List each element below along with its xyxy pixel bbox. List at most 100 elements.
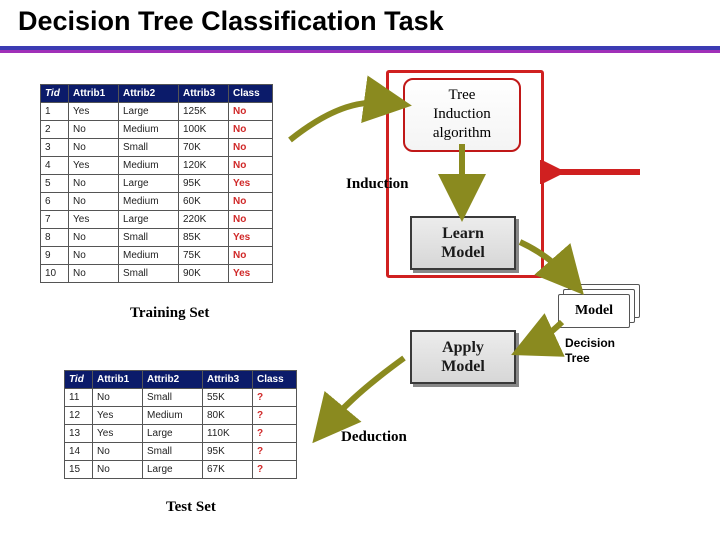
dt-line1: Decision (565, 336, 615, 351)
cell-tid: 13 (65, 425, 93, 443)
cell-a2: Small (119, 139, 179, 157)
table-row: 15NoLarge67K? (65, 461, 297, 479)
highlight-box (386, 70, 544, 278)
test-table: Tid Attrib1 Attrib2 Attrib3 Class 11NoSm… (64, 370, 297, 479)
cell-a3: 125K (179, 103, 229, 121)
cell-a3: 100K (179, 121, 229, 139)
col-attrib1: Attrib1 (93, 371, 143, 389)
table-row: 6NoMedium60KNo (41, 193, 273, 211)
table-row: 4YesMedium120KNo (41, 157, 273, 175)
cell-a2: Small (119, 229, 179, 247)
col-attrib1: Attrib1 (69, 85, 119, 103)
cell-a3: 90K (179, 265, 229, 283)
cell-a1: No (69, 193, 119, 211)
table-row: 8NoSmall85KYes (41, 229, 273, 247)
decision-tree-label: Decision Tree (565, 336, 615, 366)
cell-a1: No (69, 175, 119, 193)
cell-cls: No (229, 121, 273, 139)
cell-a1: No (93, 389, 143, 407)
cell-cls: ? (253, 461, 297, 479)
table-row: 5NoLarge95KYes (41, 175, 273, 193)
col-attrib2: Attrib2 (119, 85, 179, 103)
cell-a3: 80K (203, 407, 253, 425)
cell-cls: No (229, 193, 273, 211)
cell-a2: Medium (143, 407, 203, 425)
model-icon: Model (558, 284, 640, 328)
cell-a3: 110K (203, 425, 253, 443)
cell-a3: 120K (179, 157, 229, 175)
cell-cls: Yes (229, 229, 273, 247)
cell-tid: 15 (65, 461, 93, 479)
cell-tid: 3 (41, 139, 69, 157)
cell-a3: 60K (179, 193, 229, 211)
cell-a2: Large (119, 103, 179, 121)
col-class: Class (253, 371, 297, 389)
cell-tid: 8 (41, 229, 69, 247)
cell-a2: Medium (119, 121, 179, 139)
cell-cls: No (229, 139, 273, 157)
cell-a2: Large (119, 211, 179, 229)
table-row: 3NoSmall70KNo (41, 139, 273, 157)
cell-cls: No (229, 103, 273, 121)
table-row: 10NoSmall90KYes (41, 265, 273, 283)
col-class: Class (229, 85, 273, 103)
cell-a2: Small (143, 443, 203, 461)
cell-cls: ? (253, 425, 297, 443)
cell-a2: Medium (119, 247, 179, 265)
cell-tid: 12 (65, 407, 93, 425)
cell-a1: No (69, 121, 119, 139)
deduction-label: Deduction (341, 430, 407, 445)
col-attrib3: Attrib3 (179, 85, 229, 103)
cell-a3: 85K (179, 229, 229, 247)
cell-cls: No (229, 157, 273, 175)
table-row: 12YesMedium80K? (65, 407, 297, 425)
cell-cls: Yes (229, 175, 273, 193)
cell-a3: 220K (179, 211, 229, 229)
cell-a1: Yes (69, 157, 119, 175)
col-attrib2: Attrib2 (143, 371, 203, 389)
cell-a2: Large (143, 461, 203, 479)
cell-a3: 67K (203, 461, 253, 479)
table-row: 1YesLarge125KNo (41, 103, 273, 121)
cell-cls: ? (253, 389, 297, 407)
cell-a2: Large (119, 175, 179, 193)
training-caption: Training Set (130, 306, 209, 321)
cell-tid: 9 (41, 247, 69, 265)
table-row: 13YesLarge110K? (65, 425, 297, 443)
cell-a2: Small (143, 389, 203, 407)
cell-a1: No (69, 139, 119, 157)
apply-model-box: Apply Model (410, 330, 516, 384)
cell-a2: Medium (119, 193, 179, 211)
cell-cls: ? (253, 407, 297, 425)
cell-tid: 2 (41, 121, 69, 139)
cell-a3: 95K (203, 443, 253, 461)
col-tid: Tid (41, 85, 69, 103)
cell-tid: 10 (41, 265, 69, 283)
cell-tid: 6 (41, 193, 69, 211)
cell-a1: No (93, 461, 143, 479)
cell-a1: No (69, 247, 119, 265)
cell-cls: ? (253, 443, 297, 461)
cell-a2: Medium (119, 157, 179, 175)
cell-tid: 7 (41, 211, 69, 229)
cell-tid: 4 (41, 157, 69, 175)
cell-cls: No (229, 247, 273, 265)
apply-line2: Model (412, 357, 514, 376)
cell-a3: 75K (179, 247, 229, 265)
cell-tid: 5 (41, 175, 69, 193)
dt-line2: Tree (565, 351, 615, 366)
model-label: Model (558, 294, 630, 328)
cell-tid: 11 (65, 389, 93, 407)
table-row: 9NoMedium75KNo (41, 247, 273, 265)
cell-a1: No (69, 265, 119, 283)
cell-tid: 1 (41, 103, 69, 121)
cell-a2: Large (143, 425, 203, 443)
cell-a3: 70K (179, 139, 229, 157)
title-rule-2 (0, 50, 720, 53)
cell-a1: Yes (93, 425, 143, 443)
arrow-train-to-algo (290, 102, 400, 140)
cell-a1: Yes (69, 211, 119, 229)
cell-a1: Yes (93, 407, 143, 425)
apply-line1: Apply (412, 338, 514, 357)
highlight-arrow-icon (540, 160, 650, 184)
